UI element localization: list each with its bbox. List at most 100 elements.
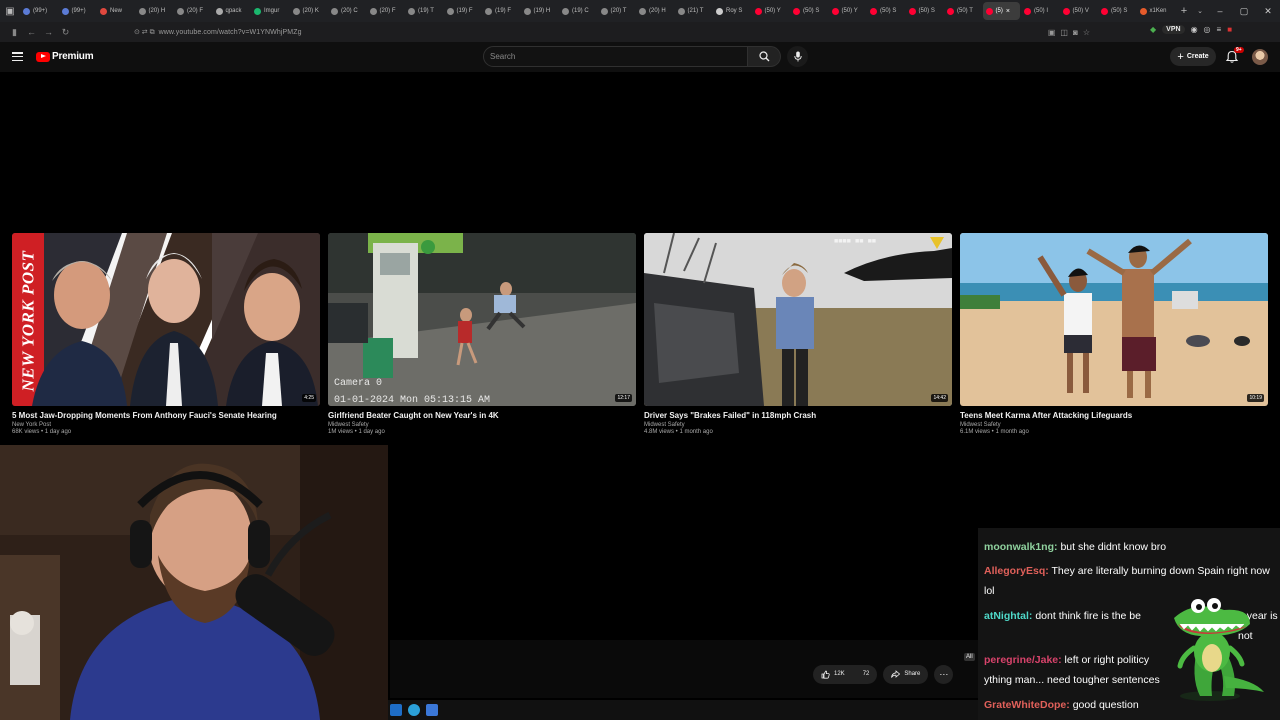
- youtube-logo-text: Premium: [52, 51, 94, 62]
- maximize-icon[interactable]: ▢: [1232, 6, 1256, 17]
- address-bar[interactable]: ⊙ ⇄ ⧉ www.youtube.com/watch?v=W1YNWhjPMZ…: [134, 25, 1096, 39]
- browser-tab[interactable]: (99+): [20, 2, 57, 20]
- bookmark-star-icon[interactable]: ☆: [1083, 28, 1090, 37]
- tab-favicon-icon: [1101, 7, 1108, 15]
- chat-message: AllegoryEsq: They are literally burning …: [984, 561, 1276, 601]
- browser-tab[interactable]: (99+): [59, 2, 96, 20]
- browser-tab[interactable]: (19) F: [444, 2, 481, 20]
- site-info-icon[interactable]: ⊙ ⇄ ⧉: [134, 28, 155, 37]
- video-actions: 12K 72 Share ⋯: [813, 664, 954, 684]
- menu-icon[interactable]: ≡: [1217, 25, 1222, 34]
- close-tab-icon[interactable]: ×: [1006, 8, 1010, 15]
- tab-favicon-icon: [870, 7, 877, 15]
- camera-icon[interactable]: ◙: [1073, 28, 1078, 37]
- close-window-icon[interactable]: ✕: [1256, 6, 1280, 17]
- video-card[interactable]: 10:19 Teens Meet Karma After Attacking L…: [960, 233, 1268, 435]
- more-actions-icon[interactable]: ⋯: [934, 664, 954, 684]
- video-thumbnail[interactable]: NEW YORK POST 4:25: [12, 233, 320, 406]
- browser-tab[interactable]: (20) H: [136, 2, 173, 20]
- minimize-icon[interactable]: –: [1208, 6, 1232, 16]
- video-title[interactable]: Teens Meet Karma After Attacking Lifegua…: [960, 411, 1268, 420]
- browser-tab[interactable]: (50) T: [944, 2, 981, 20]
- like-button[interactable]: 12K 72: [813, 664, 878, 684]
- channel-name[interactable]: Midwest Safety: [960, 422, 1268, 428]
- video-title[interactable]: 5 Most Jaw-Dropping Moments From Anthony…: [12, 411, 320, 420]
- tab-favicon-icon: [793, 7, 800, 15]
- reload-icon[interactable]: ↻: [57, 27, 74, 38]
- browser-tab[interactable]: (20) F: [174, 2, 211, 20]
- browser-tab[interactable]: (19) F: [482, 2, 519, 20]
- vpn-button[interactable]: VPN: [1162, 25, 1185, 34]
- browser-tab[interactable]: (20) K: [290, 2, 327, 20]
- browser-tab[interactable]: (50) Y: [829, 2, 866, 20]
- video-thumbnail[interactable]: Camera 0 01-01-2024 Mon 05:13:15 AM 12:1…: [328, 233, 636, 406]
- tab-label: (19) F: [495, 8, 512, 14]
- share-button[interactable]: Share: [883, 664, 929, 684]
- back-icon[interactable]: ←: [23, 27, 40, 37]
- browser-tab[interactable]: (5) ×: [982, 2, 1020, 20]
- tab-label: (20) F: [187, 8, 204, 14]
- profile-icon[interactable]: ◎: [1204, 25, 1211, 34]
- chat-text: but she didnt know bro: [1060, 541, 1167, 553]
- video-thumbnail[interactable]: 10:19: [960, 233, 1268, 406]
- guide-menu-icon[interactable]: [12, 52, 23, 61]
- wallet-icon[interactable]: ◉: [1191, 25, 1198, 34]
- video-title[interactable]: Driver Says "Brakes Failed" in 118mph Cr…: [644, 411, 952, 420]
- workspace-icon[interactable]: ▣: [0, 0, 20, 22]
- browser-tab[interactable]: (20) T: [598, 2, 635, 20]
- browser-tab[interactable]: x1Ken: [1137, 2, 1174, 20]
- chat-text: dont think fire is the be: [1035, 610, 1141, 622]
- taskbar-telegram-icon[interactable]: [408, 704, 420, 716]
- address-bar-actions: ▣ ◫ ◙ ☆: [1048, 28, 1090, 37]
- chat-username: peregrine/Jake:: [984, 654, 1062, 666]
- cast-icon[interactable]: ▣: [1048, 28, 1056, 37]
- chat-filter-all[interactable]: All: [964, 653, 975, 661]
- shield-icon[interactable]: ◆: [1150, 25, 1156, 34]
- browser-tab[interactable]: (19) H: [521, 2, 558, 20]
- browser-tab[interactable]: (50) Y: [752, 2, 789, 20]
- extension-icon[interactable]: ■: [1227, 25, 1232, 34]
- taskbar-app-icon[interactable]: [426, 704, 438, 716]
- screenshot-icon[interactable]: ◫: [1060, 28, 1068, 37]
- browser-tab[interactable]: (50) S: [790, 2, 827, 20]
- video-card[interactable]: Camera 0 01-01-2024 Mon 05:13:15 AM 12:1…: [328, 233, 636, 435]
- browser-tab[interactable]: (50) V: [1060, 2, 1097, 20]
- browser-tab[interactable]: (20) C: [328, 2, 365, 20]
- browser-tab[interactable]: (50) I: [1021, 2, 1058, 20]
- taskbar-app-icon[interactable]: [390, 704, 402, 716]
- search-button[interactable]: [748, 46, 781, 67]
- search-input[interactable]: Search: [483, 46, 748, 67]
- video-thumbnail[interactable]: ■■■■ ■■ ■■ 14:42: [644, 233, 952, 406]
- browser-tab[interactable]: Imgur: [251, 2, 288, 20]
- channel-name[interactable]: Midwest Safety: [644, 422, 952, 428]
- browser-tab[interactable]: (20) F: [367, 2, 404, 20]
- browser-tab[interactable]: (19) C: [559, 2, 596, 20]
- voice-search-button[interactable]: [787, 46, 808, 67]
- tab-label: (20) H: [148, 8, 166, 14]
- new-tab-button[interactable]: +: [1176, 5, 1192, 17]
- browser-tab[interactable]: (50) S: [1098, 2, 1135, 20]
- browser-tab[interactable]: (21) T: [675, 2, 712, 20]
- tab-favicon-icon: [831, 7, 839, 15]
- tab-favicon-icon: [562, 7, 569, 15]
- browser-tab[interactable]: (50) S: [906, 2, 943, 20]
- video-card[interactable]: NEW YORK POST 4:25 5 Most Jaw-Dropping M…: [12, 233, 320, 435]
- browser-tab[interactable]: qpack: [213, 2, 250, 20]
- forward-icon[interactable]: →: [40, 27, 57, 37]
- browser-tab[interactable]: (19) T: [405, 2, 442, 20]
- tab-label: (50) V: [1072, 8, 1089, 14]
- tab-search-icon[interactable]: ⌄: [1192, 7, 1208, 15]
- account-avatar[interactable]: [1252, 49, 1268, 65]
- browser-tab[interactable]: (20) H: [636, 2, 673, 20]
- like-count: 12K: [834, 671, 845, 677]
- youtube-logo[interactable]: Premium: [36, 51, 94, 62]
- create-button[interactable]: + Create: [1170, 47, 1216, 66]
- channel-name[interactable]: Midwest Safety: [328, 422, 636, 428]
- browser-tab[interactable]: New: [97, 2, 134, 20]
- browser-tab[interactable]: Roy S: [713, 2, 750, 20]
- channel-name[interactable]: New York Post: [12, 422, 320, 428]
- browser-tab[interactable]: (50) S: [867, 2, 904, 20]
- sidebar-toggle-icon[interactable]: ▮: [6, 27, 23, 38]
- video-card[interactable]: ■■■■ ■■ ■■ 14:42 Driver Says "Brakes Fai…: [644, 233, 952, 435]
- video-title[interactable]: Girlfriend Beater Caught on New Year's i…: [328, 411, 636, 420]
